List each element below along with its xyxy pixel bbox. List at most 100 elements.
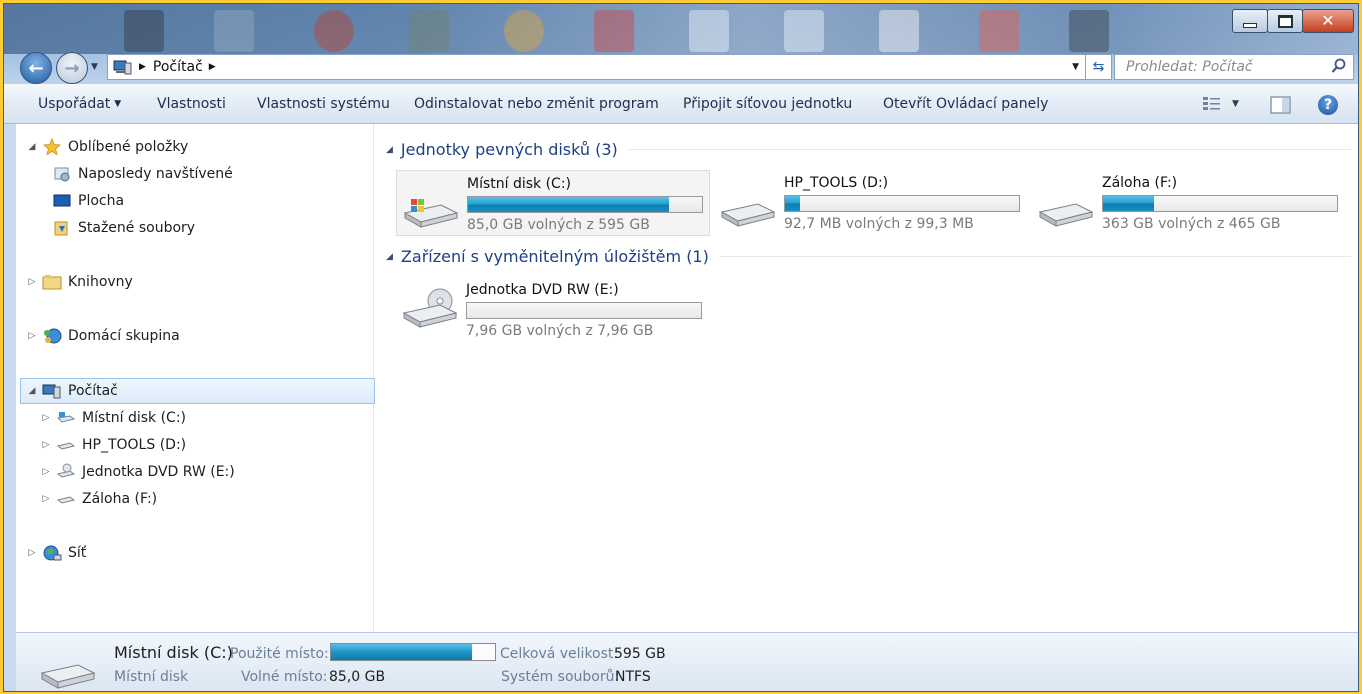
sidebar-item-label: Místní disk (C:) (82, 410, 187, 426)
chevron-down-icon[interactable]: ▼ (1072, 62, 1079, 72)
content-area: ◢ Oblíbené položky Naposledy navštívené … (16, 124, 1358, 632)
organize-button[interactable]: Uspořádat ▼ (38, 96, 121, 112)
properties-button[interactable]: Vlastnosti (157, 96, 226, 112)
group-header-hard-drives[interactable]: ◢ Jednotky pevných disků (3) (386, 140, 1351, 159)
hard-drive-icon (56, 490, 76, 508)
drive-tile[interactable]: Jednotka DVD RW (E:) 7,96 GB volných z 7… (396, 277, 708, 341)
collapse-arrow-icon[interactable]: ◢ (386, 145, 393, 155)
details-fs-value: NTFS (615, 669, 651, 685)
drive-free-space: 363 GB volných z 465 GB (1102, 216, 1281, 232)
sidebar-item-desktop[interactable]: Plocha (52, 189, 124, 213)
details-pane: Místní disk (C:) Místní disk Použité mís… (16, 632, 1358, 691)
expand-arrow-icon[interactable]: ▷ (40, 467, 52, 477)
background-tile (409, 10, 449, 52)
drive-usage-fill (1103, 196, 1155, 211)
maximize-button[interactable] (1267, 9, 1303, 33)
search-input[interactable] (1124, 58, 1328, 76)
forward-button[interactable]: → (56, 52, 88, 84)
back-button[interactable]: ← (20, 52, 52, 84)
sidebar-item-favorites[interactable]: ◢ Oblíbené položky (26, 135, 188, 159)
drive-free-space: 85,0 GB volných z 595 GB (467, 217, 650, 233)
background-tile (784, 10, 824, 52)
sidebar-item-label: Záloha (F:) (82, 491, 158, 507)
drive-name: Místní disk (C:) (467, 176, 572, 192)
details-drive-type: Místní disk (114, 669, 189, 685)
sidebar-item-homegroup[interactable]: ▷ Domácí skupina (26, 324, 180, 348)
details-usage-fill (331, 644, 472, 660)
details-free-label: Volné místo: (241, 669, 328, 685)
breadcrumb-separator[interactable]: ▶ (209, 62, 216, 72)
sidebar-item-label: Naposledy navštívené (78, 166, 233, 182)
breadcrumb-separator[interactable]: ▶ (139, 62, 146, 72)
close-icon: ✕ (1321, 11, 1335, 30)
group-title: Jednotky pevných disků (3) (400, 140, 618, 159)
uninstall-program-button[interactable]: Odinstalovat nebo změnit program (414, 96, 659, 112)
file-view: ◢ Jednotky pevných disků (3) Místní disk… (376, 124, 1358, 632)
expand-arrow-icon[interactable]: ▷ (40, 440, 52, 450)
refresh-button[interactable]: ⇆ (1085, 54, 1112, 80)
computer-icon (113, 60, 132, 75)
explorer-window: ✕ ← → ▼ ▶ Počítač ▶ ▼ ⇆ Uspořádat▼ Vla (3, 3, 1359, 692)
expand-arrow-icon[interactable]: ▷ (26, 331, 38, 341)
group-header-removable[interactable]: ◢ Zařízení s vyměnitelným úložištěm (1) (386, 247, 1351, 266)
view-options-button[interactable]: ▼ (1202, 95, 1246, 113)
sidebar-item-drive-d[interactable]: ▷ HP_TOOLS (D:) (40, 433, 187, 457)
open-control-panel-button[interactable]: Otevřít Ovládací panely (883, 96, 1048, 112)
command-bar: Uspořádat ▼ Vlastnosti Vlastnosti systému… (4, 84, 1358, 124)
sidebar-item-network[interactable]: ▷ Síť (26, 541, 87, 565)
refresh-icon: ⇆ (1092, 59, 1105, 75)
drive-tile[interactable]: HP_TOOLS (D:) 92,7 MB volných z 99,3 MB (714, 170, 1026, 234)
background-tile (124, 10, 164, 52)
collapse-arrow-icon[interactable]: ◢ (26, 142, 38, 152)
help-button[interactable]: ? (1318, 95, 1338, 115)
background-tile (594, 10, 634, 52)
expand-arrow-icon[interactable]: ▷ (40, 413, 52, 423)
preview-pane-button[interactable] (1270, 96, 1292, 118)
drive-tile[interactable]: Záloha (F:) 363 GB volných z 465 GB (1032, 170, 1344, 234)
drive-usage-bar (467, 196, 703, 213)
search-box[interactable] (1114, 54, 1354, 80)
caret-down-icon: ▼ (1232, 99, 1239, 109)
hard-drive-icon (56, 436, 76, 454)
sidebar-item-drive-f[interactable]: ▷ Záloha (F:) (40, 487, 158, 511)
expand-arrow-icon[interactable]: ▷ (26, 277, 38, 287)
system-properties-button[interactable]: Vlastnosti systému (257, 96, 390, 112)
drive-tile[interactable]: Místní disk (C:) 85,0 GB volných z 595 G… (396, 170, 710, 236)
desktop-icon (52, 192, 72, 210)
sidebar-item-drive-e[interactable]: ▷ Jednotka DVD RW (E:) (40, 460, 235, 484)
dvd-drive-icon (56, 463, 76, 481)
search-icon (1331, 58, 1346, 73)
details-drive-name: Místní disk (C:) (114, 643, 233, 662)
address-bar[interactable]: ▶ Počítač ▶ ▼ (107, 54, 1088, 80)
sidebar-item-downloads[interactable]: Stažené soubory (52, 216, 195, 240)
breadcrumb-item[interactable]: Počítač (153, 59, 203, 75)
navigation-pane: ◢ Oblíbené položky Naposledy navštívené … (16, 124, 375, 632)
expand-arrow-icon[interactable]: ▷ (40, 494, 52, 504)
system-drive-icon (403, 199, 459, 228)
sidebar-item-label: Síť (68, 545, 87, 561)
caret-down-icon: ▼ (114, 99, 122, 109)
system-drive-icon (40, 664, 96, 689)
expand-arrow-icon[interactable]: ▷ (26, 548, 38, 558)
navigation-bar: ← → ▼ ▶ Počítač ▶ ▼ ⇆ (4, 48, 1358, 84)
minimize-icon (1243, 22, 1257, 28)
sidebar-item-libraries[interactable]: ▷ Knihovny (26, 270, 133, 294)
map-network-drive-button[interactable]: Připojit síťovou jednotku (683, 96, 852, 112)
preview-pane-icon (1270, 96, 1291, 114)
group-divider (718, 256, 1351, 257)
recent-pages-button[interactable]: ▼ (91, 62, 98, 72)
sidebar-item-recent[interactable]: Naposledy navštívené (52, 162, 233, 186)
collapse-arrow-icon[interactable]: ◢ (26, 386, 38, 396)
sidebar-item-drive-c[interactable]: ▷ Místní disk (C:) (40, 406, 186, 430)
sidebar-item-computer[interactable]: ◢ Počítač (20, 378, 375, 404)
drive-name: Jednotka DVD RW (E:) (466, 282, 619, 298)
collapse-arrow-icon[interactable]: ◢ (386, 252, 393, 262)
background-tile (1069, 10, 1109, 52)
close-button[interactable]: ✕ (1302, 9, 1354, 33)
system-drive-icon (56, 409, 76, 427)
drive-usage-bar (1102, 195, 1338, 212)
drive-usage-bar (466, 302, 702, 319)
minimize-button[interactable] (1232, 9, 1268, 33)
drive-free-space: 92,7 MB volných z 99,3 MB (784, 216, 974, 232)
sidebar-item-label: HP_TOOLS (D:) (82, 437, 187, 453)
